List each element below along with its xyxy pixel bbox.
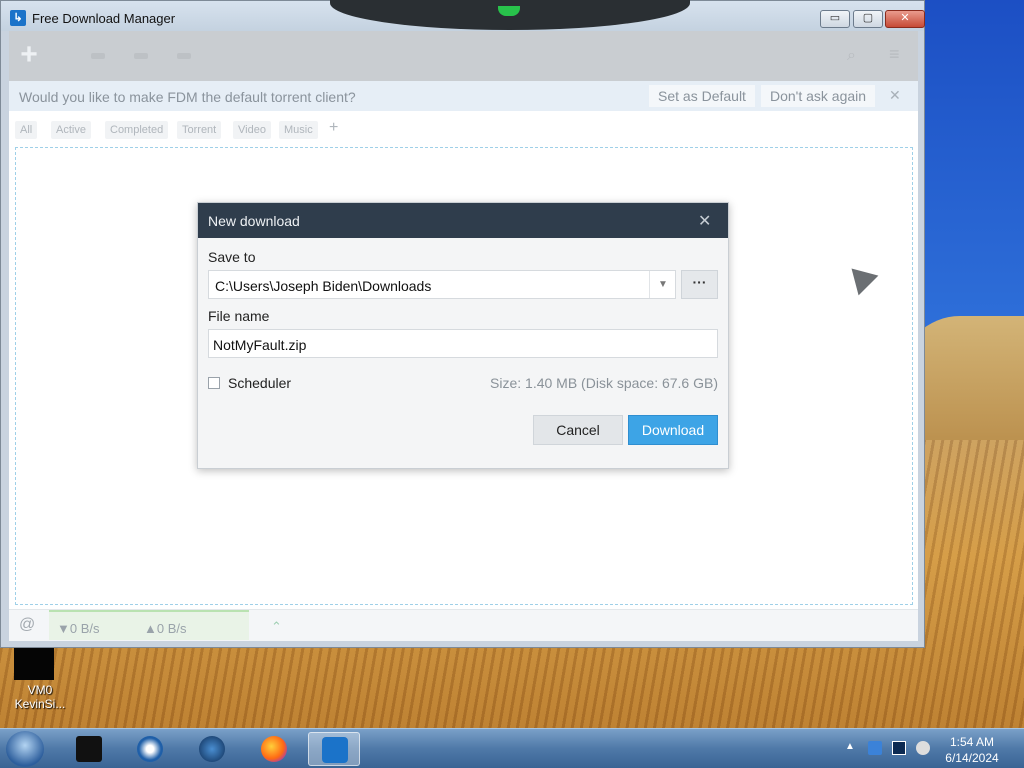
file-name-value[interactable]: NotMyFault.zip <box>213 337 306 353</box>
scheduler-label[interactable]: Scheduler <box>228 375 291 391</box>
taskbar-item-browser[interactable] <box>186 732 238 766</box>
desktop-icon-label[interactable]: VM0 KevinSi... <box>10 683 70 711</box>
media-player-icon <box>137 736 163 762</box>
vm-icon <box>76 736 102 762</box>
window-title: Free Download Manager <box>32 11 176 26</box>
start-button[interactable] <box>6 731 44 767</box>
taskbar-item-fdm[interactable] <box>308 732 360 766</box>
browse-folder-button[interactable]: ··· <box>681 270 718 299</box>
dialog-close-icon[interactable]: ✕ <box>698 211 711 231</box>
cancel-button[interactable]: Cancel <box>533 415 623 445</box>
maximize-icon: ▢ <box>862 12 874 24</box>
upload-speed: ▲0 B/s <box>144 621 187 636</box>
network-icon[interactable] <box>868 741 882 755</box>
speed-panel[interactable]: ▼0 B/s ▲0 B/s ⌃ <box>49 610 282 640</box>
menu-icon[interactable]: ≡ <box>889 45 911 65</box>
globe-icon <box>199 736 225 762</box>
default-client-notice: Would you like to make FDM the default t… <box>9 81 918 111</box>
dont-ask-again-button[interactable]: Don't ask again <box>761 85 876 107</box>
volume-icon[interactable] <box>916 741 930 755</box>
dialog-title: New download <box>208 213 300 229</box>
status-bar: @ ▼0 B/s ▲0 B/s ⌃ <box>9 609 918 641</box>
tab-music[interactable]: Music <box>279 121 318 139</box>
taskbar-item-firefox[interactable] <box>248 732 300 766</box>
add-tab-button[interactable]: + <box>329 119 338 137</box>
set-default-button[interactable]: Set as Default <box>649 85 755 107</box>
tab-torrent[interactable]: Torrent <box>177 121 222 139</box>
file-name-field[interactable]: NotMyFault.zip <box>208 329 718 358</box>
notch-led <box>498 6 520 16</box>
tab-video[interactable]: Video <box>233 121 271 139</box>
close-button[interactable]: ✕ <box>885 10 925 28</box>
minimize-icon: ▭ <box>829 12 841 24</box>
clock-time: 1:54 AM <box>949 735 995 749</box>
minimize-button[interactable]: ▭ <box>820 10 850 28</box>
maximize-button[interactable]: ▢ <box>853 10 883 28</box>
close-icon: ✕ <box>900 12 910 24</box>
search-icon[interactable]: ⌕ <box>847 47 865 65</box>
show-hidden-icons-icon[interactable]: ▲ <box>845 741 859 755</box>
snail-mode-icon[interactable]: @ <box>19 616 39 636</box>
firefox-icon <box>261 736 287 762</box>
new-download-dialog: New download ✕ Save to C:\Users\Joseph B… <box>197 202 729 469</box>
add-download-button[interactable]: + <box>13 40 45 72</box>
clock-date: 6/14/2024 <box>945 751 999 765</box>
toolbar: + ⌕ ≡ <box>9 31 918 81</box>
desktop-icon-label-line2: KevinSi... <box>14 697 66 711</box>
download-speed: ▼0 B/s <box>57 621 100 636</box>
display-icon[interactable] <box>892 741 906 755</box>
size-info: Size: 1.40 MB (Disk space: 67.6 GB) <box>490 375 718 391</box>
desktop-vm-icon[interactable] <box>14 648 54 680</box>
desktop-icon-label-line1: VM0 <box>27 683 53 697</box>
tab-active[interactable]: Active <box>51 121 91 139</box>
notice-close-icon[interactable]: ✕ <box>889 87 901 104</box>
notice-text: Would you like to make FDM the default t… <box>19 89 356 105</box>
toolbar-ghost-control <box>134 53 148 59</box>
dialog-header[interactable]: New download ✕ <box>198 203 728 238</box>
taskbar-item-media-player[interactable] <box>124 732 176 766</box>
save-to-value[interactable]: C:\Users\Joseph Biden\Downloads <box>215 278 431 294</box>
file-name-label: File name <box>208 308 270 324</box>
chevron-up-icon[interactable]: ⌃ <box>271 619 282 635</box>
taskbar: ▲ 1:54 AM 6/14/2024 <box>0 728 1024 768</box>
tab-completed[interactable]: Completed <box>105 121 169 139</box>
save-to-combobox[interactable]: C:\Users\Joseph Biden\Downloads ▼ <box>208 270 676 299</box>
chevron-down-icon[interactable]: ▼ <box>649 271 676 298</box>
taskbar-item-vm[interactable] <box>63 732 115 766</box>
fdm-app-icon: ↳ <box>10 10 26 26</box>
filter-tabs: All Active Completed Torrent Video Music… <box>9 117 918 141</box>
fdm-icon <box>322 737 348 763</box>
clock[interactable]: 1:54 AM 6/14/2024 <box>940 734 1004 766</box>
scheduler-checkbox[interactable] <box>208 377 220 389</box>
toolbar-ghost-control <box>177 53 191 59</box>
toolbar-ghost-control <box>91 53 105 59</box>
download-button[interactable]: Download <box>628 415 718 445</box>
save-to-label: Save to <box>208 249 256 265</box>
tab-all[interactable]: All <box>15 121 38 139</box>
